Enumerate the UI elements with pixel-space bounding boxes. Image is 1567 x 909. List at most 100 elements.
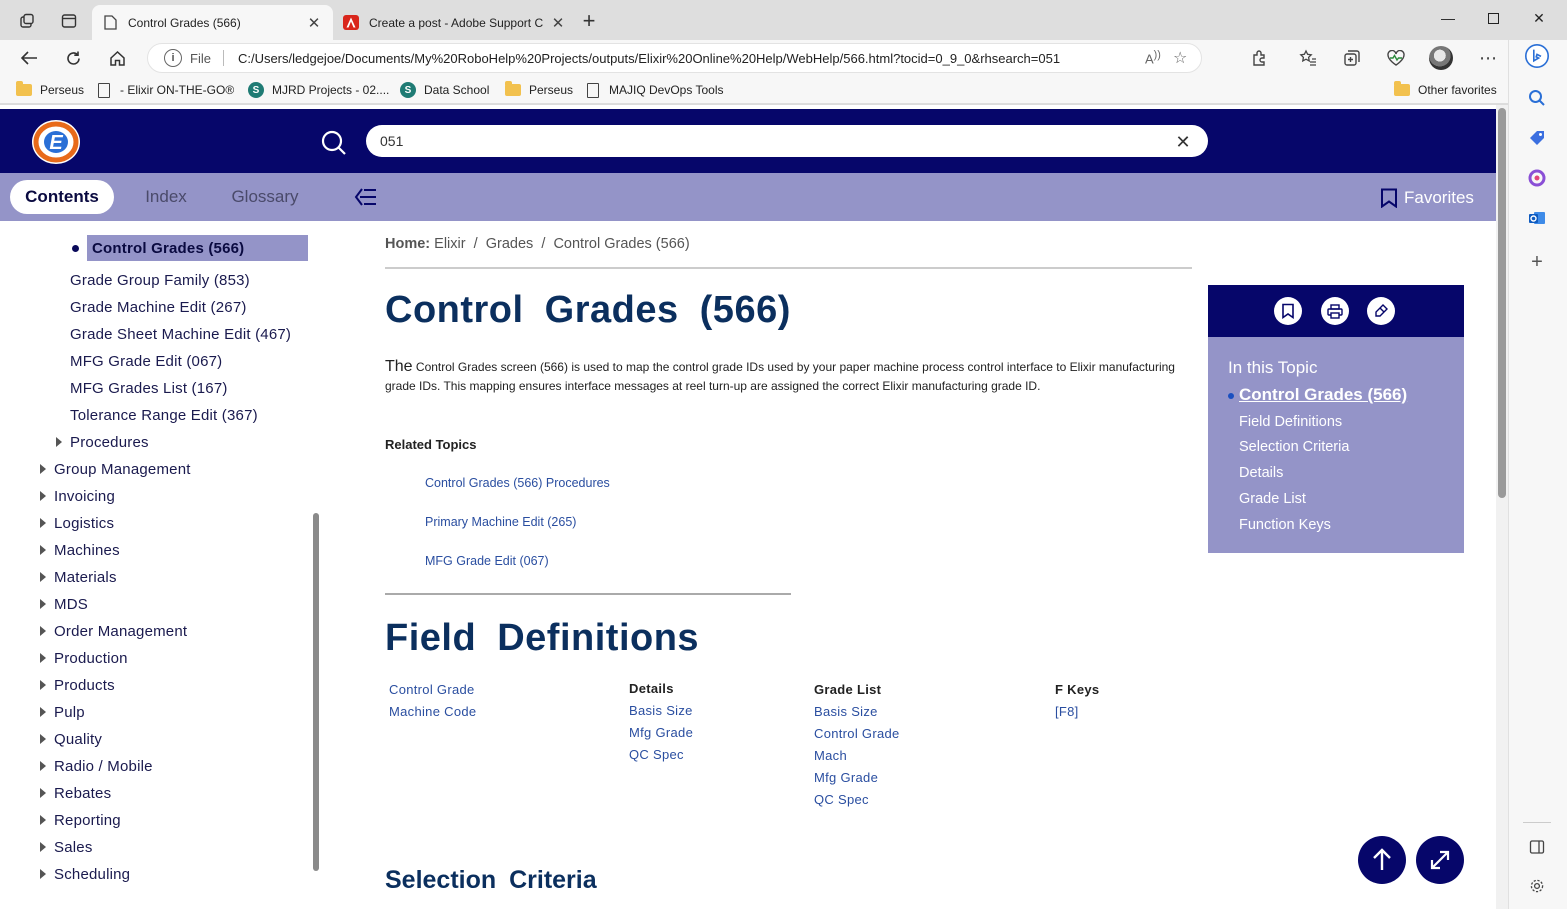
expand-button[interactable] [1416, 836, 1464, 884]
toc-folder[interactable]: Group Management [40, 457, 191, 481]
toc-item[interactable]: Grade Sheet Machine Edit (467) [70, 322, 291, 346]
refresh-icon[interactable] [58, 44, 88, 72]
other-favorites[interactable]: Other favorites [1394, 80, 1497, 100]
address-bar[interactable]: i File C:/Users/ledgejoe/Documents/My%20… [147, 43, 1202, 73]
toc-folder[interactable]: Rebates [40, 781, 111, 805]
toc-folder[interactable]: Scheduling [40, 862, 130, 886]
tab-contents[interactable]: Contents [10, 180, 114, 214]
favorite-item[interactable]: Perseus [16, 80, 84, 100]
toc-item[interactable]: Tolerance Range Edit (367) [70, 403, 258, 427]
favorite-item[interactable]: MAJIQ DevOps Tools [587, 80, 723, 100]
toc-folder[interactable]: Invoicing [40, 484, 115, 508]
tab-actions-icon[interactable] [55, 8, 83, 34]
print-button[interactable] [1321, 297, 1349, 325]
toc-folder[interactable]: Machines [40, 538, 120, 562]
favorite-item[interactable]: S Data School [400, 80, 489, 100]
tab-glossary[interactable]: Glossary [222, 180, 308, 214]
more-options-icon[interactable]: ⋯ [1475, 46, 1501, 70]
elixir-logo[interactable]: E [28, 117, 84, 167]
collapse-sidebar-icon[interactable] [354, 185, 378, 209]
field-link[interactable]: Mfg Grade [814, 770, 878, 785]
home-icon[interactable] [102, 44, 132, 72]
field-link[interactable]: Control Grade [814, 726, 900, 741]
outlook-icon[interactable] [1525, 206, 1549, 230]
favorite-item[interactable]: S MJRD Projects - 02.... [248, 80, 389, 100]
minimize-icon[interactable]: — [1425, 0, 1471, 36]
toc-item[interactable]: MFG Grades List (167) [70, 376, 228, 400]
favorites-button[interactable]: Favorites [1380, 186, 1474, 210]
extensions-icon[interactable] [1247, 46, 1273, 70]
profile-avatar[interactable] [1428, 46, 1454, 70]
health-icon[interactable] [1383, 46, 1409, 70]
field-link[interactable]: Mach [814, 748, 847, 763]
tab-index[interactable]: Index [132, 180, 200, 214]
help-search-input[interactable] [366, 125, 1208, 157]
breadcrumb-link[interactable]: Elixir [434, 236, 465, 252]
favorites-list-icon[interactable] [1295, 46, 1321, 70]
field-link[interactable]: Control Grade [389, 682, 475, 697]
shopping-tag-icon[interactable] [1525, 126, 1549, 150]
highlight-button[interactable] [1367, 297, 1395, 325]
toc-item[interactable]: Grade Group Family (853) [70, 268, 250, 292]
field-link[interactable]: Basis Size [629, 703, 693, 718]
toc-folder[interactable]: Sales [40, 835, 93, 859]
related-link[interactable]: MFG Grade Edit (067) [425, 554, 549, 568]
scroll-to-top-button[interactable] [1358, 836, 1406, 884]
field-link[interactable]: [F8] [1055, 704, 1079, 719]
clear-search-icon[interactable]: ✕ [1172, 131, 1194, 153]
toc-folder-procedures[interactable]: Procedures [56, 430, 149, 454]
topic-link-current[interactable]: Control Grades (566) [1239, 385, 1407, 405]
toc-item-selected[interactable]: Control Grades (566) [87, 235, 308, 261]
toc-folder[interactable]: Materials [40, 565, 117, 589]
read-aloud-icon[interactable]: A)) [1145, 49, 1173, 66]
close-tab-icon[interactable]: ✕ [549, 14, 567, 32]
maximize-icon[interactable] [1470, 0, 1516, 36]
toc-scrollbar[interactable] [313, 513, 319, 871]
favorite-item[interactable]: Perseus [505, 80, 573, 100]
close-tab-icon[interactable]: ✕ [305, 14, 323, 32]
collections-icon[interactable] [1339, 46, 1365, 70]
topic-link[interactable]: Grade List [1239, 491, 1306, 507]
toc-item[interactable]: Grade Machine Edit (267) [70, 295, 247, 319]
favorite-item[interactable]: - Elixir ON-THE-GO® [98, 80, 234, 100]
office-icon[interactable] [1525, 166, 1549, 190]
toc-folder[interactable]: Pulp [40, 700, 85, 724]
toc-folder[interactable]: Order Management [40, 619, 187, 643]
toc-folder[interactable]: Products [40, 673, 115, 697]
field-link[interactable]: Machine Code [389, 704, 476, 719]
page-scrollbar[interactable] [1496, 105, 1508, 909]
search-icon[interactable] [1525, 86, 1549, 110]
topic-link[interactable]: Selection Criteria [1239, 439, 1349, 455]
toc-folder[interactable]: MDS [40, 592, 88, 616]
tab-adobe-support[interactable]: Create a post - Adobe Support C ✕ [333, 5, 577, 40]
toc-item[interactable]: MFG Grade Edit (067) [70, 349, 222, 373]
add-icon[interactable]: + [1525, 250, 1549, 274]
field-link[interactable]: QC Spec [629, 747, 684, 762]
info-icon[interactable]: i [164, 49, 182, 67]
bing-icon[interactable] [1525, 44, 1549, 68]
breadcrumb-link[interactable]: Grades [486, 236, 534, 252]
field-link[interactable]: Mfg Grade [629, 725, 693, 740]
back-icon[interactable] [14, 44, 44, 72]
scrollbar-thumb[interactable] [1498, 108, 1506, 498]
close-window-icon[interactable]: ✕ [1516, 0, 1562, 36]
search-icon[interactable] [320, 129, 348, 157]
related-link[interactable]: Primary Machine Edit (265) [425, 515, 576, 529]
topic-link[interactable]: Field Definitions [1239, 414, 1342, 430]
tab-control-grades[interactable]: Control Grades (566) ✕ [92, 5, 333, 40]
workspaces-icon[interactable] [13, 8, 41, 34]
toc-folder[interactable]: Radio / Mobile [40, 754, 153, 778]
toc-folder[interactable]: Quality [40, 727, 102, 751]
bookmark-button[interactable] [1274, 297, 1302, 325]
sidebar-toggle-icon[interactable] [1525, 835, 1549, 859]
related-link[interactable]: Control Grades (566) Procedures [425, 476, 610, 490]
url-text[interactable]: C:/Users/ledgejoe/Documents/My%20RoboHel… [238, 51, 1145, 66]
toc-folder[interactable]: Logistics [40, 511, 114, 535]
field-link[interactable]: QC Spec [814, 792, 869, 807]
settings-gear-icon[interactable] [1525, 874, 1549, 898]
topic-link[interactable]: Function Keys [1239, 517, 1331, 533]
new-tab-icon[interactable]: + [575, 8, 603, 34]
favorite-star-icon[interactable]: ☆ [1173, 48, 1201, 68]
toc-folder[interactable]: Production [40, 646, 128, 670]
toc-folder[interactable]: Reporting [40, 808, 121, 832]
